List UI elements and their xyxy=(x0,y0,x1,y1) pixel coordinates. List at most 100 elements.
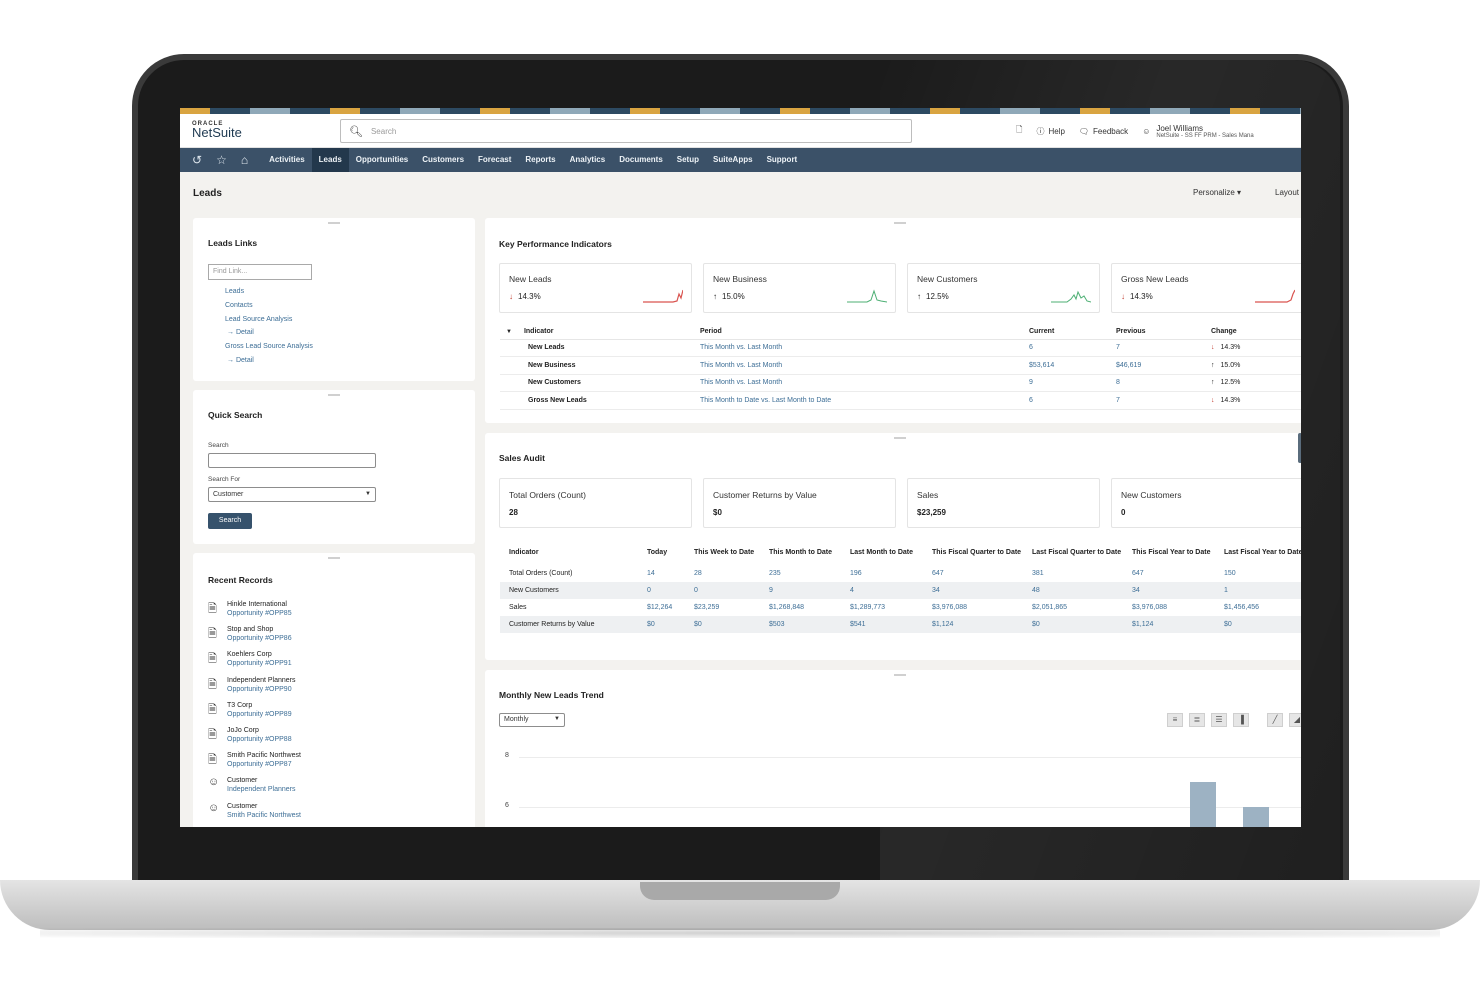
value-cell[interactable]: $3,976,088 xyxy=(1123,599,1215,616)
user-menu[interactable]: ☺ Joel Williams NetSuite - SS FF PRM - S… xyxy=(1142,124,1254,139)
netsuite-logo[interactable]: ORACLE NetSuite xyxy=(192,121,242,139)
value-cell[interactable]: $2,051,865 xyxy=(1023,599,1123,616)
bar-group-icon[interactable]: ☰ xyxy=(1211,713,1227,727)
value-cell[interactable]: 0 xyxy=(685,582,760,599)
value-cell[interactable]: 196 xyxy=(841,565,923,582)
table-header[interactable]: Last Fiscal Quarter to Date xyxy=(1023,539,1123,565)
drag-handle[interactable] xyxy=(328,394,340,396)
link-contacts[interactable]: Contacts xyxy=(225,299,313,313)
link-leads[interactable]: Leads xyxy=(225,285,313,299)
record-sub[interactable]: Opportunity #OPP85 xyxy=(227,609,292,618)
table-header[interactable]: Previous xyxy=(1116,324,1211,340)
home-icon[interactable]: ⌂ xyxy=(241,153,248,167)
record-sub[interactable]: Opportunity #OPP91 xyxy=(227,659,292,668)
period-cell[interactable]: This Month vs. Last Month xyxy=(700,374,1029,392)
value-cell[interactable]: 235 xyxy=(760,565,841,582)
value-cell[interactable]: 150 xyxy=(1215,565,1301,582)
line-icon[interactable]: ╱ xyxy=(1267,713,1283,727)
value-cell[interactable]: 0 xyxy=(638,582,685,599)
link-gross-lead-source-analysis[interactable]: Gross Lead Source Analysis xyxy=(225,340,313,354)
star-icon[interactable]: ☆ xyxy=(216,153,227,167)
drag-handle[interactable] xyxy=(328,557,340,559)
tab-analytics[interactable]: Analytics xyxy=(563,148,613,172)
sales-card-sales[interactable]: Sales $23,259 xyxy=(907,478,1100,528)
value-cell[interactable]: $12,264 xyxy=(638,599,685,616)
drag-handle[interactable] xyxy=(894,437,906,439)
drag-handle[interactable] xyxy=(894,674,906,676)
quick-search-input[interactable] xyxy=(208,453,376,468)
period-cell[interactable]: This Month vs. Last Month xyxy=(700,356,1029,375)
quick-search-button[interactable]: Search xyxy=(208,513,252,529)
current-cell[interactable]: $53,614 xyxy=(1029,356,1116,375)
column-icon[interactable]: ▐ xyxy=(1233,713,1249,727)
table-header[interactable]: Period xyxy=(700,324,1029,340)
area-icon[interactable]: ◢ xyxy=(1289,713,1301,727)
table-header[interactable]: Change xyxy=(1211,324,1301,340)
sales-card-new-customers[interactable]: New Customers 0 xyxy=(1111,478,1301,528)
current-cell[interactable]: 6 xyxy=(1029,391,1116,410)
value-cell[interactable]: $3,976,088 xyxy=(923,599,1023,616)
period-select[interactable]: Monthly ▼ xyxy=(499,713,565,727)
period-cell[interactable]: This Month vs. Last Month xyxy=(700,339,1029,357)
drag-handle[interactable] xyxy=(328,222,340,224)
value-cell[interactable]: 9 xyxy=(760,582,841,599)
value-cell[interactable]: $1,124 xyxy=(923,616,1023,633)
record-sub[interactable]: Opportunity #OPP89 xyxy=(227,710,292,719)
tab-leads[interactable]: Leads xyxy=(311,148,349,172)
tab-documents[interactable]: Documents xyxy=(612,148,670,172)
table-header[interactable]: This Month to Date xyxy=(760,539,841,565)
find-link-input[interactable]: Find Link... xyxy=(208,264,312,280)
link-detail[interactable]: → Detail xyxy=(225,354,313,368)
value-cell[interactable]: $1,124 xyxy=(1123,616,1215,633)
table-header[interactable]: Indicator xyxy=(500,539,638,565)
record-sub[interactable]: Opportunity #OPP87 xyxy=(227,760,301,769)
sales-card-customer-returns[interactable]: Customer Returns by Value $0 xyxy=(703,478,896,528)
link-detail[interactable]: → Detail xyxy=(225,326,313,340)
value-cell[interactable]: 647 xyxy=(1123,565,1215,582)
layout-button[interactable]: Layout xyxy=(1275,188,1299,197)
tab-setup[interactable]: Setup xyxy=(670,148,706,172)
record-sub[interactable]: Independent Planners xyxy=(227,785,296,794)
sales-card-total-orders[interactable]: Total Orders (Count) 28 xyxy=(499,478,692,528)
value-cell[interactable]: $1,456,456 xyxy=(1215,599,1301,616)
current-cell[interactable]: 9 xyxy=(1029,374,1116,392)
value-cell[interactable]: 34 xyxy=(923,582,1023,599)
list-item[interactable]: 🗎 Stop and Shop Opportunity #OPP86 xyxy=(208,625,301,650)
value-cell[interactable]: 48 xyxy=(1023,582,1123,599)
link-lead-source-analysis[interactable]: Lead Source Analysis xyxy=(225,313,313,327)
record-sub[interactable]: Opportunity #OPP90 xyxy=(227,685,296,694)
value-cell[interactable]: 381 xyxy=(1023,565,1123,582)
global-search-input[interactable]: 🔍︎ Search xyxy=(340,119,912,143)
value-cell[interactable]: 1 xyxy=(1215,582,1301,599)
value-cell[interactable]: $0 xyxy=(1023,616,1123,633)
chart-bar[interactable] xyxy=(1243,807,1269,827)
list-item[interactable]: 🗎 JoJo Corp Opportunity #OPP88 xyxy=(208,726,301,751)
tab-opportunities[interactable]: Opportunities xyxy=(349,148,415,172)
table-header[interactable]: ▼ Indicator xyxy=(500,324,700,340)
value-cell[interactable]: $0 xyxy=(638,616,685,633)
list-item[interactable]: ☺ Customer Smith Pacific Northwest xyxy=(208,802,301,827)
previous-cell[interactable]: 8 xyxy=(1116,374,1211,392)
personalize-button[interactable]: Personalize ▾ xyxy=(1193,188,1241,197)
kpi-card-new-customers[interactable]: New Customers ↑ 12.5% xyxy=(907,263,1100,313)
table-header[interactable]: Last Fiscal Year to Date xyxy=(1215,539,1301,565)
tab-reports[interactable]: Reports xyxy=(518,148,562,172)
recent-docs-button[interactable]: 🗋 xyxy=(1016,124,1022,138)
value-cell[interactable]: $0 xyxy=(1215,616,1301,633)
kpi-card-new-leads[interactable]: New Leads ↓ 14.3% xyxy=(499,263,692,313)
feedback-button[interactable]: 🗨︎ Feedback xyxy=(1079,127,1128,136)
chart-bar[interactable] xyxy=(1190,782,1216,827)
value-cell[interactable]: $0 xyxy=(685,616,760,633)
value-cell[interactable]: 14 xyxy=(638,565,685,582)
bar-h-icon[interactable]: ≡ xyxy=(1167,713,1183,727)
table-header[interactable]: Current xyxy=(1029,324,1116,340)
tab-forecast[interactable]: Forecast xyxy=(471,148,518,172)
table-header[interactable]: This Week to Date xyxy=(685,539,760,565)
value-cell[interactable]: $23,259 xyxy=(685,599,760,616)
value-cell[interactable]: 34 xyxy=(1123,582,1215,599)
value-cell[interactable]: $541 xyxy=(841,616,923,633)
tab-suiteapps[interactable]: SuiteApps xyxy=(706,148,760,172)
drag-handle[interactable] xyxy=(894,222,906,224)
previous-cell[interactable]: 7 xyxy=(1116,391,1211,410)
period-cell[interactable]: This Month to Date vs. Last Month to Dat… xyxy=(700,391,1029,410)
